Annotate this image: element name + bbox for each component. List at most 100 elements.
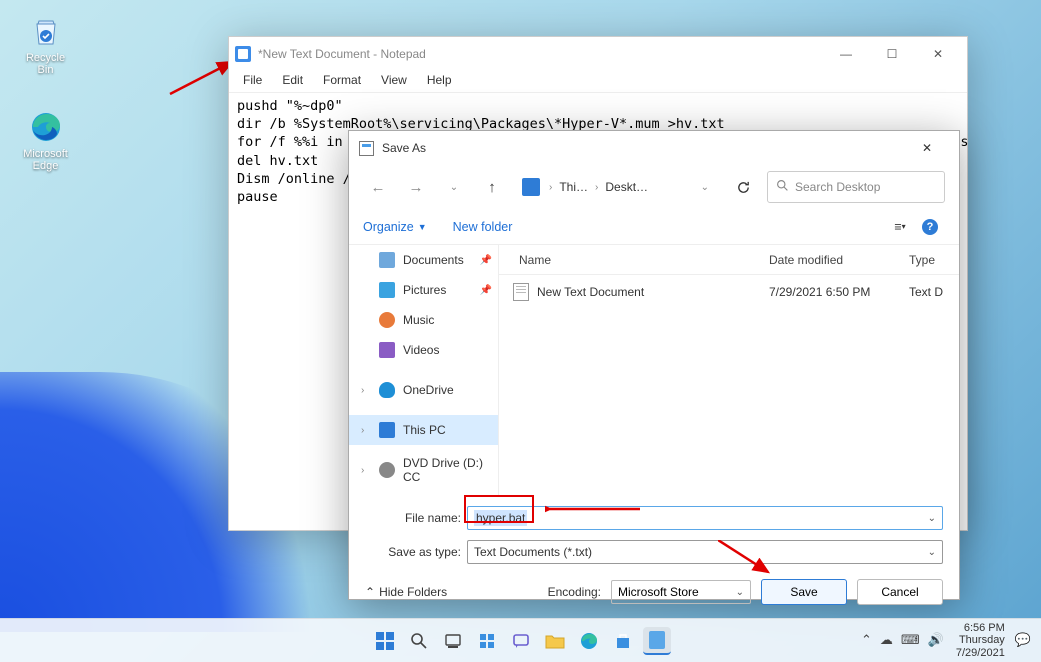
store-button[interactable] (609, 627, 637, 655)
taskbar-system-tray[interactable]: ⌃ ☁ ⌨ 🔊 6:56 PM Thursday 7/29/2021 💬 (859, 622, 1041, 660)
organize-button[interactable]: Organize ▼ (363, 220, 427, 234)
column-type[interactable]: Type (909, 253, 959, 267)
edge-button[interactable] (575, 627, 603, 655)
taskbar-center-icons (371, 627, 671, 655)
recycle-bin-icon (27, 12, 65, 50)
cancel-button[interactable]: Cancel (857, 579, 943, 605)
saveastype-label: Save as type: (365, 545, 467, 559)
notepad-title-text: *New Text Document - Notepad (258, 47, 426, 61)
videos-icon (379, 342, 395, 358)
volume-tray-icon[interactable]: 🔊 (926, 632, 946, 648)
expand-icon[interactable]: › (361, 465, 364, 476)
maximize-button[interactable]: ☐ (869, 38, 915, 70)
pictures-icon (379, 282, 395, 298)
desktop-icon-edge[interactable]: Microsoft Edge (18, 108, 73, 172)
expand-icon[interactable]: › (361, 385, 364, 396)
filename-input[interactable]: hyper.bat ⌄ (467, 506, 943, 530)
this-pc-icon (522, 178, 540, 196)
notepad-icon (235, 46, 251, 62)
file-list-header[interactable]: Name Date modified Type (499, 245, 959, 275)
desktop-icon-label: Recycle Bin (18, 52, 73, 76)
file-list[interactable]: Name Date modified Type New Text Documen… (499, 245, 959, 495)
saveastype-value: Text Documents (*.txt) (474, 545, 592, 559)
tree-item-videos[interactable]: Videos (349, 335, 498, 365)
folder-tree[interactable]: Documents📌 Pictures📌 Music Videos › OneD… (349, 245, 499, 495)
encoding-label: Encoding: (548, 585, 601, 599)
dvd-icon (379, 462, 395, 478)
menu-edit[interactable]: Edit (272, 71, 313, 92)
close-button[interactable]: ✕ (915, 38, 961, 70)
help-button[interactable]: ? (915, 215, 945, 239)
up-button[interactable]: ↑ (477, 172, 507, 202)
edge-icon (27, 108, 65, 146)
chat-button[interactable] (507, 627, 535, 655)
menu-format[interactable]: Format (313, 71, 371, 92)
back-button[interactable]: ← (363, 172, 393, 202)
minimize-button[interactable]: ― (823, 38, 869, 70)
hide-folders-button[interactable]: ⌃ Hide Folders (365, 585, 447, 599)
notepad-titlebar[interactable]: *New Text Document - Notepad ― ☐ ✕ (229, 37, 967, 71)
widgets-button[interactable] (473, 627, 501, 655)
breadcrumb-seg[interactable]: Thi… (559, 180, 588, 194)
view-options-button[interactable]: ≡ ▾ (885, 215, 915, 239)
tree-item-music[interactable]: Music (349, 305, 498, 335)
notepad-taskbar-button[interactable] (643, 627, 671, 655)
tree-item-documents[interactable]: Documents📌 (349, 245, 498, 275)
notepad-menubar: File Edit Format View Help (229, 71, 967, 93)
search-icon (776, 179, 789, 195)
chevron-down-icon[interactable]: ⌄ (698, 182, 712, 193)
notifications-tray-icon[interactable]: 💬 (1013, 632, 1033, 648)
encoding-value: Microsoft Store (618, 585, 699, 599)
annotation-highlight-filename (464, 495, 534, 523)
close-button[interactable]: ✕ (905, 133, 949, 163)
filename-label: File name: (365, 511, 467, 525)
task-view-button[interactable] (439, 627, 467, 655)
keyboard-tray-icon[interactable]: ⌨ (899, 632, 922, 648)
onedrive-tray-icon[interactable]: ☁ (878, 632, 895, 648)
chevron-right-icon: › (592, 182, 601, 193)
file-type-cell: Text D (909, 285, 959, 299)
tree-item-this-pc[interactable]: › This PC (349, 415, 498, 445)
search-input[interactable]: Search Desktop (767, 171, 945, 203)
chevron-down-icon[interactable]: ⌄ (736, 587, 744, 598)
breadcrumb-seg[interactable]: Deskt… (605, 180, 648, 194)
save-as-title-text: Save As (382, 141, 426, 155)
tree-item-dvd[interactable]: › DVD Drive (D:) CC (349, 455, 498, 485)
text-file-icon (513, 283, 529, 301)
explorer-button[interactable] (541, 627, 569, 655)
tree-item-pictures[interactable]: Pictures📌 (349, 275, 498, 305)
tree-item-onedrive[interactable]: › OneDrive (349, 375, 498, 405)
column-date[interactable]: Date modified (769, 253, 909, 267)
refresh-button[interactable] (727, 171, 759, 203)
new-folder-button[interactable]: New folder (453, 220, 513, 234)
document-icon (379, 252, 395, 268)
save-as-dialog: Save As ✕ ← → ⌄ ↑ › Thi… › Deskt… ⌄ Sear… (348, 130, 960, 600)
file-list-row[interactable]: New Text Document 7/29/2021 6:50 PM Text… (499, 275, 959, 309)
save-as-nav-row: ← → ⌄ ↑ › Thi… › Deskt… ⌄ Search Desktop (349, 165, 959, 209)
save-as-titlebar[interactable]: Save As ✕ (349, 131, 959, 165)
pin-icon: 📌 (480, 285, 492, 296)
music-icon (379, 312, 395, 328)
desktop-icon-recycle-bin[interactable]: Recycle Bin (18, 12, 73, 76)
address-breadcrumb[interactable]: › Thi… › Deskt… ⌄ (515, 171, 719, 203)
taskbar-clock[interactable]: 6:56 PM Thursday 7/29/2021 (956, 622, 1005, 660)
menu-view[interactable]: View (371, 71, 417, 92)
column-name[interactable]: Name (499, 253, 769, 267)
saveastype-select[interactable]: Text Documents (*.txt) ⌄ (467, 540, 943, 564)
recent-button[interactable]: ⌄ (439, 172, 469, 202)
taskbar[interactable]: ⌃ ☁ ⌨ 🔊 6:56 PM Thursday 7/29/2021 💬 (0, 618, 1041, 662)
desktop-icon-label: Microsoft Edge (18, 148, 73, 172)
this-pc-icon (379, 422, 395, 438)
file-name-cell: New Text Document (537, 285, 769, 299)
chevron-down-icon[interactable]: ⌄ (928, 547, 936, 558)
menu-file[interactable]: File (233, 71, 272, 92)
search-button[interactable] (405, 627, 433, 655)
file-date-cell: 7/29/2021 6:50 PM (769, 285, 909, 299)
expand-icon[interactable]: › (361, 425, 364, 436)
start-button[interactable] (371, 627, 399, 655)
chevron-right-icon: › (546, 182, 555, 193)
tray-chevron-up-icon[interactable]: ⌃ (859, 632, 874, 648)
chevron-down-icon[interactable]: ⌄ (928, 513, 936, 524)
menu-help[interactable]: Help (417, 71, 462, 92)
forward-button[interactable]: → (401, 172, 431, 202)
